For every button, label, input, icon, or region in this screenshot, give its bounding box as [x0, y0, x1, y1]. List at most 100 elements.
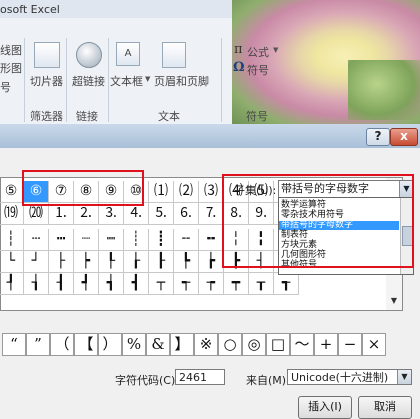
group-label-filter: 筛选器 [30, 110, 63, 123]
ribbon-separator [66, 38, 67, 122]
symbol-cell[interactable]: ⒆ [0, 203, 24, 225]
group-label-symbols: 符号 [246, 110, 268, 123]
symbol-cell[interactable]: ⒍ [174, 203, 199, 225]
symbol-cell[interactable]: ┧ [24, 273, 49, 295]
chevron-down-icon[interactable]: ▼ [397, 370, 411, 384]
from-select[interactable]: Unicode(十六进制) ▼ [287, 369, 412, 385]
symbol-cell[interactable]: ⒈ [49, 203, 74, 225]
recent-symbol[interactable]: × [362, 333, 386, 356]
symbol-cell[interactable]: ⒇ [24, 203, 49, 225]
recent-symbol[interactable]: 】 [170, 333, 194, 356]
char-code-input[interactable]: 2461 [175, 369, 225, 385]
group-label-links: 链接 [76, 110, 98, 123]
recent-symbol[interactable]: ） [98, 333, 122, 356]
help-button[interactable]: ? [366, 128, 390, 146]
ribbon-left-label-1[interactable]: 线图 [0, 42, 22, 58]
equation-icon: π [234, 42, 243, 57]
symbol-cell[interactable]: ┩ [74, 273, 99, 295]
window-title: osoft Excel [0, 3, 60, 16]
symbol-cell[interactable]: ┈ [74, 229, 99, 251]
symbol-cell[interactable]: ┪ [99, 273, 124, 295]
textbox-dropdown-icon: ▼ [145, 75, 151, 83]
symbol-cell[interactable]: ┭ [174, 273, 199, 295]
symbol-cell[interactable]: ┦ [0, 273, 24, 295]
recent-symbol[interactable]: & [146, 333, 170, 356]
symbol-cell[interactable]: ┉ [99, 229, 124, 251]
symbol-cell[interactable]: ┢ [199, 251, 224, 273]
recent-symbol[interactable]: 【 [74, 333, 98, 356]
from-label: 来自(M): [246, 374, 290, 387]
symbol-button[interactable]: 符号 [247, 62, 269, 78]
slicer-button[interactable]: 切片器 [30, 73, 63, 89]
highlight-box-subset [222, 174, 414, 268]
recent-symbol[interactable]: ○ [218, 333, 242, 356]
symbol-cell[interactable]: ╍ [199, 229, 224, 251]
ribbon-separator [108, 38, 109, 122]
symbol-cell[interactable]: ┠ [149, 251, 174, 273]
symbol-cell[interactable]: ⒋ [124, 203, 149, 225]
highlight-box-grid [22, 170, 144, 206]
close-button[interactable]: x [390, 128, 418, 146]
ribbon-separator [221, 38, 222, 122]
symbol-cell[interactable]: ┬ [149, 273, 174, 295]
slicer-icon [34, 42, 60, 68]
symbol-cell[interactable]: ┡ [174, 251, 199, 273]
from-value: Unicode(十六进制) [291, 371, 389, 384]
textbox-icon: A [116, 42, 140, 66]
symbol-cell[interactable]: ⑤ [0, 181, 24, 203]
symbol-cell[interactable]: └ [0, 251, 24, 273]
symbol-cell[interactable]: ┅ [49, 229, 74, 251]
hyperlink-icon [76, 42, 102, 68]
symbol-cell[interactable]: ┆ [0, 229, 24, 251]
symbol-cell[interactable]: ┫ [124, 273, 149, 295]
dialog-title-bar[interactable] [0, 124, 420, 148]
omega-icon: Ω [233, 60, 245, 75]
ribbon-separator [24, 38, 25, 122]
recent-symbol[interactable]: − [338, 333, 362, 356]
recent-symbol[interactable]: ” [26, 333, 50, 356]
recent-symbol[interactable]: ※ [194, 333, 218, 356]
cancel-button[interactable]: 取消 [358, 396, 412, 419]
char-code-label: 字符代码(C): [115, 374, 179, 387]
symbol-cell[interactable]: ⑵ [174, 181, 199, 203]
symbol-cell[interactable]: ┋ [149, 229, 174, 251]
symbol-cell[interactable]: ┟ [124, 251, 149, 273]
symbol-cell[interactable]: ╌ [174, 229, 199, 251]
recent-symbol[interactable]: 〜 [290, 333, 314, 356]
symbol-cell[interactable]: ⑴ [149, 181, 174, 203]
symbol-cell[interactable]: ⑶ [199, 181, 224, 203]
ribbon-left-label-3[interactable]: 号 [0, 79, 11, 95]
recent-symbol[interactable]: “ [2, 333, 26, 356]
header-footer-button[interactable]: 页眉和页脚 [154, 73, 209, 89]
symbol-cell[interactable]: ⒌ [149, 203, 174, 225]
symbol-cell[interactable]: ┰ [249, 273, 274, 295]
recent-symbol[interactable]: □ [266, 333, 290, 356]
symbol-cell[interactable]: ⒊ [99, 203, 124, 225]
ribbon-left-label-2[interactable]: 形图 [0, 60, 22, 76]
symbol-cell[interactable]: ┮ [199, 273, 224, 295]
textbox-button[interactable]: 文本框 [110, 73, 143, 89]
recent-symbol[interactable]: % [122, 333, 146, 356]
equation-button[interactable]: 公式 [247, 44, 269, 60]
group-label-text: 文本 [158, 110, 180, 123]
symbol-cell[interactable]: ┊ [124, 229, 149, 251]
symbol-cell[interactable]: ⒉ [74, 203, 99, 225]
symbol-cell[interactable]: ┄ [24, 229, 49, 251]
symbol-cell[interactable]: ┞ [99, 251, 124, 273]
recent-symbol[interactable]: + [314, 333, 338, 356]
symbol-cell[interactable]: ├ [49, 251, 74, 273]
recent-symbol[interactable]: ◎ [242, 333, 266, 356]
header-footer-icon [162, 42, 186, 68]
symbol-cell[interactable]: ⒎ [199, 203, 224, 225]
equation-dropdown-icon: ▼ [273, 46, 279, 54]
symbol-cell[interactable]: ┝ [74, 251, 99, 273]
insert-button[interactable]: 插入(I) [298, 396, 352, 419]
desktop-leaf-image [348, 60, 420, 120]
symbol-cell[interactable]: ┨ [49, 273, 74, 295]
recent-symbol[interactable]: （ [50, 333, 74, 356]
hyperlink-button[interactable]: 超链接 [72, 73, 105, 89]
scroll-down-icon[interactable]: ▼ [387, 294, 401, 308]
symbol-cell[interactable]: ┘ [24, 251, 49, 273]
symbol-cell[interactable]: ┱ [274, 273, 299, 295]
symbol-cell[interactable]: ┯ [224, 273, 249, 295]
